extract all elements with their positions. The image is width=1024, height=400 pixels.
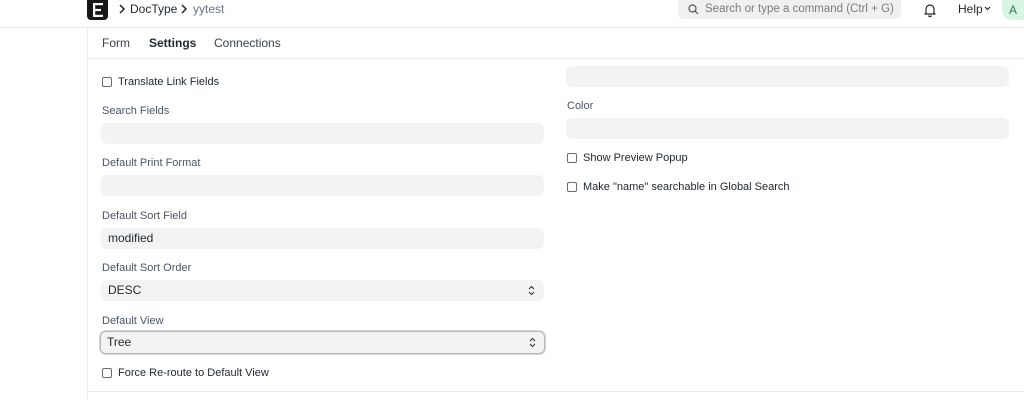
breadcrumb-doctype[interactable]: DocType bbox=[130, 2, 177, 16]
avatar[interactable]: A bbox=[1002, 0, 1024, 20]
navbar: DocType yytest Help A bbox=[0, 0, 1024, 20]
translate-link-fields-label: Translate Link Fields bbox=[118, 76, 220, 88]
color-label: Color bbox=[567, 100, 594, 112]
force-reroute-checkbox[interactable] bbox=[102, 368, 112, 378]
chevron-right-icon bbox=[181, 4, 188, 14]
chevron-down-icon[interactable] bbox=[984, 6, 991, 11]
name-searchable-checkbox[interactable] bbox=[567, 182, 577, 192]
bell-icon[interactable] bbox=[922, 2, 938, 18]
breadcrumb-record[interactable]: yytest bbox=[193, 2, 224, 16]
name-searchable-label: Make "name" searchable in Global Search bbox=[583, 181, 790, 193]
force-reroute-label: Force Re-route to Default View bbox=[118, 367, 269, 379]
default-view-select[interactable]: Tree bbox=[100, 331, 545, 354]
section-divider bbox=[88, 391, 1024, 392]
default-sort-order-select[interactable]: DESC bbox=[101, 280, 544, 301]
default-view-label: Default View bbox=[102, 315, 164, 327]
sidebar-divider bbox=[87, 28, 88, 400]
show-preview-popup-checkbox[interactable] bbox=[567, 153, 577, 163]
default-sort-field-input[interactable]: modified bbox=[101, 228, 544, 249]
translate-link-fields-checkbox[interactable] bbox=[102, 77, 112, 87]
tabs-divider bbox=[88, 58, 1024, 59]
tab-connections[interactable]: Connections bbox=[214, 36, 281, 50]
default-print-format-label: Default Print Format bbox=[102, 157, 201, 169]
navbar-divider bbox=[0, 27, 1024, 28]
default-sort-field-label: Default Sort Field bbox=[102, 210, 187, 222]
awesome-bar[interactable] bbox=[678, 0, 901, 19]
search-icon bbox=[688, 4, 699, 15]
tab-form[interactable]: Form bbox=[102, 36, 130, 50]
search-input[interactable] bbox=[705, 1, 895, 17]
app-logo-icon[interactable] bbox=[87, 0, 108, 20]
search-fields-label: Search Fields bbox=[102, 105, 170, 117]
color-input[interactable] bbox=[566, 118, 1009, 139]
tab-settings[interactable]: Settings bbox=[149, 36, 196, 50]
search-fields-input[interactable] bbox=[101, 123, 544, 144]
chevron-right-icon bbox=[119, 4, 126, 14]
default-print-format-input[interactable] bbox=[101, 175, 544, 196]
help-menu-button[interactable]: Help bbox=[958, 2, 983, 16]
updown-icon bbox=[528, 285, 535, 296]
default-sort-order-label: Default Sort Order bbox=[102, 262, 192, 274]
updown-icon bbox=[529, 337, 536, 348]
show-preview-popup-label: Show Preview Popup bbox=[583, 152, 688, 164]
default-view-value: Tree bbox=[107, 335, 132, 349]
right-top-input[interactable] bbox=[566, 66, 1009, 87]
default-sort-order-value: DESC bbox=[108, 283, 142, 297]
